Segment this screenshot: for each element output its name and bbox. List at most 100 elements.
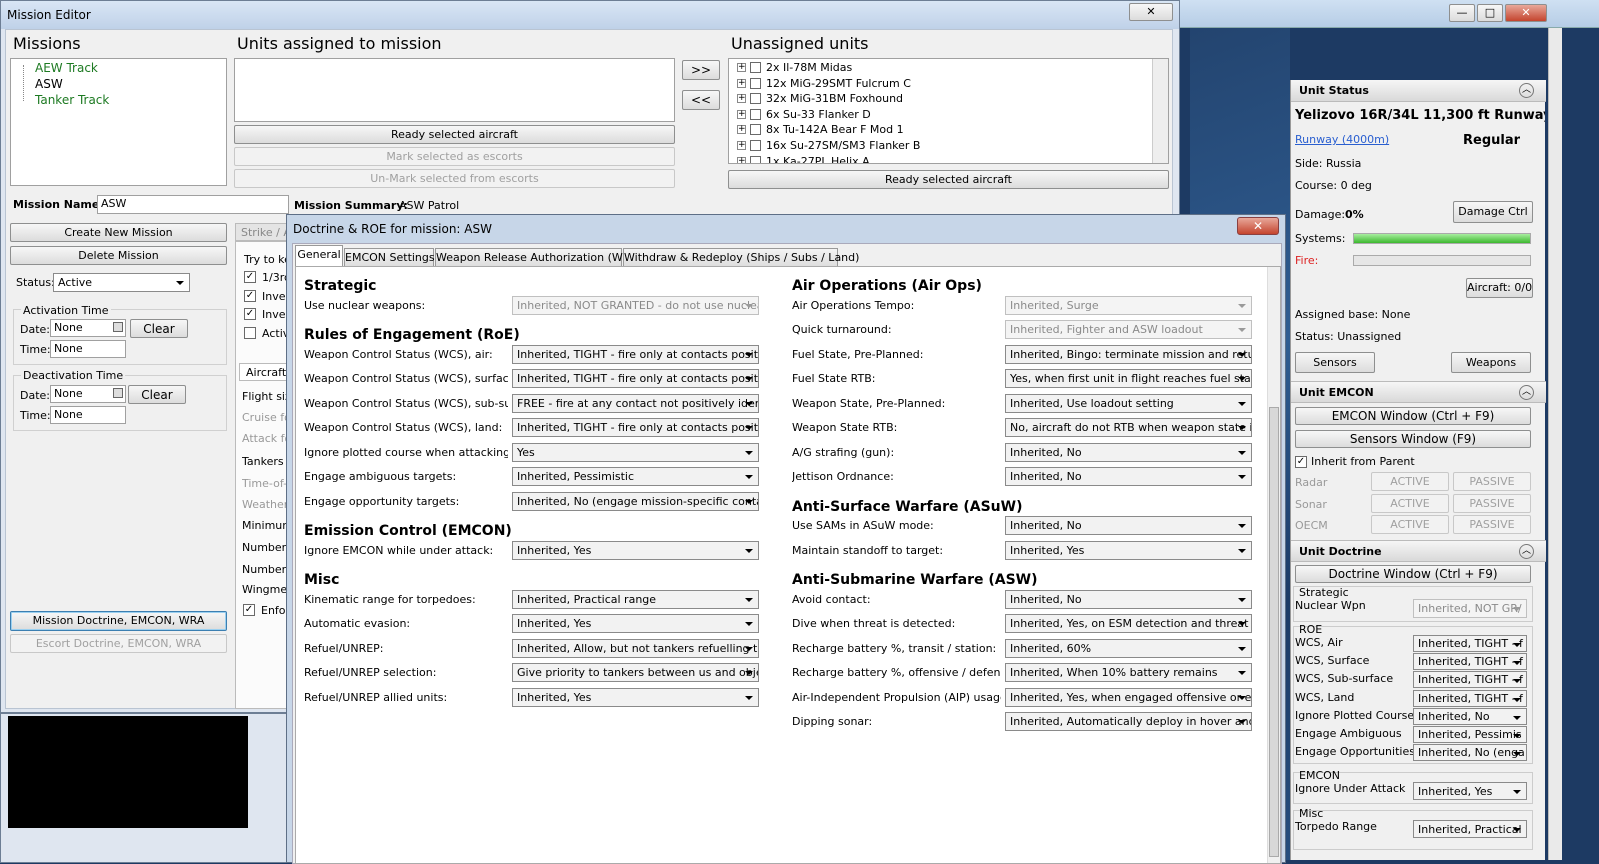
roe-row-select[interactable]: Inherited, TIGHT - f [1413,635,1527,652]
expand-icon[interactable]: + [737,94,746,104]
calendar-icon[interactable] [113,322,123,332]
oecm-passive-button[interactable]: PASSIVE [1453,515,1531,534]
assigned-units-list[interactable] [234,58,675,122]
create-mission-button[interactable]: Create New Mission [10,223,227,242]
unassigned-unit-item[interactable]: 16x Su-27SM/SM3 Flanker B [766,139,920,152]
setting-select[interactable]: Inherited, Yes [1005,540,1252,560]
sensors-button[interactable]: Sensors [1295,352,1375,373]
ready-selected-unassigned-button[interactable]: Ready selected aircraft [728,170,1169,189]
collapse-icon[interactable]: ︿ [1519,544,1534,559]
mission-editor-close-button[interactable]: ✕ [1129,3,1173,21]
doctrine-scrollbar[interactable] [1267,267,1280,863]
assign-unit-button[interactable]: >> [682,60,720,80]
aircraft-tab[interactable]: Aircraft s [239,363,295,381]
inherit-checkbox[interactable]: ✓ [1295,456,1307,468]
roe-row-select[interactable]: Inherited, No (enga [1413,744,1527,762]
setting-select[interactable]: Inherited, Practical range [512,589,759,609]
enforce-checkbox[interactable]: ✓ [243,604,255,616]
sonar-passive-button[interactable]: PASSIVE [1453,494,1531,513]
unassign-unit-button[interactable]: << [682,90,720,110]
setting-select[interactable]: Give priority to tankers between us and … [512,663,759,682]
setting-select[interactable]: Inherited, Yes [512,540,759,560]
radar-active-button[interactable]: ACTIVE [1371,472,1449,491]
torpedo-range-select[interactable]: Inherited, Practical [1413,820,1527,838]
main-close-button[interactable]: ✕ [1505,4,1547,22]
roe-row-select[interactable]: Inherited, No [1413,707,1527,725]
setting-select[interactable]: Inherited, Use loadout setting [1005,393,1252,413]
setting-select[interactable]: Inherited, Yes [512,687,759,707]
setting-select[interactable]: Inherited, Bingo: terminate mission and … [1005,344,1252,364]
unassigned-unit-item[interactable]: 6x Su-33 Flanker D [766,108,871,121]
setting-select[interactable]: Inherited, Fighter and ASW loadout [1005,320,1252,339]
mission-item[interactable]: Tanker Track [35,93,109,107]
unit-checkbox[interactable] [750,108,761,120]
ignore-under-attack-select[interactable]: Inherited, Yes [1413,782,1527,800]
setting-select[interactable]: Inherited, No [1005,442,1252,462]
weapons-button[interactable]: Weapons [1451,352,1531,373]
setting-select[interactable]: FREE - fire at any contact not positivel… [512,393,759,413]
unit-checkbox[interactable] [750,62,761,73]
nuclear-select[interactable]: Inherited, NOT GR/ [1413,599,1527,618]
tab-general[interactable]: General [295,245,343,267]
unassigned-unit-item[interactable]: 2x Il-78M Midas [766,61,852,74]
roe-row-select[interactable]: Inherited, TIGHT - f [1413,689,1527,707]
strike-option-checkbox[interactable]: ✓ [244,289,256,302]
strike-option-checkbox[interactable]: ✓ [244,271,256,283]
status-select[interactable]: Active [53,273,190,292]
unit-emcon-header[interactable]: Unit EMCON ︿ [1291,381,1546,403]
unassigned-unit-item[interactable]: 8x Tu-142A Bear F Mod 1 [766,123,904,136]
escort-doctrine-button[interactable]: Escort Doctrine, EMCON, WRA [10,634,227,653]
main-minimize-button[interactable]: — [1449,4,1475,22]
setting-select[interactable]: Inherited, When 10% battery remains [1005,663,1252,682]
setting-select[interactable]: No, aircraft do not RTB when weapon stat… [1005,418,1252,437]
setting-select[interactable]: Inherited, Surge [1005,295,1252,315]
unassigned-unit-item[interactable]: 32x MiG-31BM Foxhound [766,92,903,105]
setting-select[interactable]: Inherited, Pessimistic [512,467,759,486]
setting-select[interactable]: Inherited, No [1005,516,1252,535]
emcon-window-button[interactable]: EMCON Window (Ctrl + F9) [1295,407,1531,425]
expand-icon[interactable]: + [737,63,746,72]
setting-select[interactable]: Yes [512,442,759,462]
setting-select[interactable]: Inherited, TIGHT - fire only at contacts… [512,418,759,437]
setting-select[interactable]: Inherited, Yes, on ESM detection and thr… [1005,614,1252,633]
sensors-window-button[interactable]: Sensors Window (F9) [1295,430,1531,448]
doctrine-close-button[interactable]: ✕ [1237,217,1279,235]
setting-select[interactable]: Yes, when first unit in flight reaches f… [1005,369,1252,388]
mission-item[interactable]: AEW Track [35,61,98,75]
mission-item[interactable]: ASW [35,77,63,91]
roe-row-select[interactable]: Inherited, TIGHT - f [1413,653,1527,671]
setting-select[interactable]: Inherited, TIGHT - fire only at contacts… [512,369,759,388]
right-scrollbar[interactable] [1548,28,1562,860]
damage-ctrl-button[interactable]: Damage Ctrl [1453,201,1533,223]
mark-escorts-button[interactable]: Mark selected as escorts [234,147,675,166]
setting-select[interactable]: Inherited, TIGHT - fire only at contacts… [512,344,759,364]
setting-select[interactable]: Inherited, Yes [512,614,759,633]
setting-select[interactable]: Inherited, NOT GRANTED - do not use nucl… [512,295,759,315]
unit-checkbox[interactable] [750,77,761,89]
map-preview-canvas[interactable] [8,716,248,828]
scroll-thumb[interactable] [1269,407,1279,857]
roe-row-select[interactable]: Inherited, Pessimis [1413,726,1527,743]
radar-passive-button[interactable]: PASSIVE [1453,472,1531,491]
unassigned-scrollbar[interactable] [1152,59,1168,163]
unmark-escorts-button[interactable]: Un-Mark selected from escorts [234,169,675,188]
roe-row-select[interactable]: Inherited, TIGHT - f [1413,671,1527,689]
delete-mission-button[interactable]: Delete Mission [10,246,227,265]
unit-checkbox[interactable] [750,93,761,105]
expand-icon[interactable]: + [737,125,746,135]
setting-select[interactable]: Inherited, No (engage mission-specific c… [512,491,759,511]
runway-link[interactable]: Runway (4000m) [1295,133,1389,146]
mission-name-input[interactable]: ASW [97,195,289,214]
unassigned-unit-item[interactable]: 12x MiG-29SMT Fulcrum C [766,77,911,90]
unassigned-unit-item[interactable]: 1x Ka-27PL Helix A [766,155,870,163]
strike-option-checkbox[interactable]: ✓ [244,308,256,320]
aircraft-button[interactable]: Aircraft: 0/0 [1466,278,1533,298]
doctrine-window-button[interactable]: Doctrine Window (Ctrl + F9) [1295,565,1531,583]
strike-option-checkbox[interactable] [244,326,256,339]
collapse-icon[interactable]: ︿ [1519,385,1534,400]
unit-status-header[interactable]: Unit Status ︿ [1291,80,1546,102]
mission-doctrine-button[interactable]: Mission Doctrine, EMCON, WRA [10,611,227,631]
activation-time-input[interactable]: None [50,340,126,358]
calendar-icon[interactable] [113,388,123,398]
oecm-active-button[interactable]: ACTIVE [1371,515,1449,534]
